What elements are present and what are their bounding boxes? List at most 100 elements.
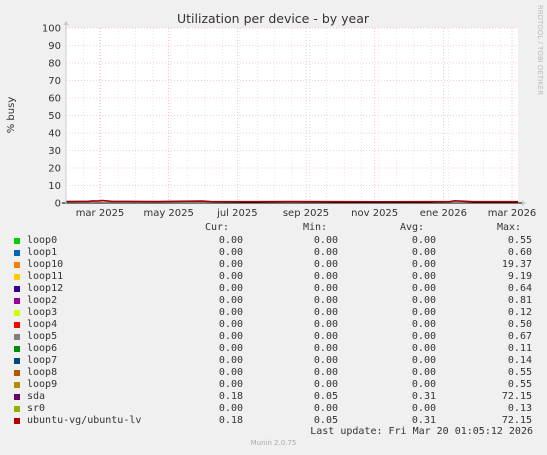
utilization-chart: Utilization per device - by year % busy … (6, 5, 544, 219)
legend-max-value: 72.15 (501, 391, 532, 402)
legend-series-name: loop2 (27, 295, 58, 306)
legend-row: loop12 0.00 0.00 0.00 0.64 (0, 283, 547, 296)
legend-swatch (14, 274, 20, 280)
legend-min-value: 0.00 (313, 403, 338, 414)
x-tick-label: may 2025 (143, 208, 193, 219)
legend-swatch (14, 238, 20, 244)
legend-series-name: loop9 (27, 379, 58, 390)
legend-cur-value: 0.00 (218, 331, 243, 342)
legend-row: loop0 0.00 0.00 0.00 0.55 (0, 235, 547, 248)
legend-cur-value: 0.00 (218, 379, 243, 390)
legend-min-value: 0.00 (313, 235, 338, 246)
legend-cur-value: 0.00 (218, 307, 243, 318)
legend-min-value: 0.05 (313, 415, 338, 426)
legend-min-value: 0.00 (313, 295, 338, 306)
legend-swatch (14, 334, 20, 340)
legend-row: loop8 0.00 0.00 0.00 0.55 (0, 367, 547, 380)
legend-cur-value: 0.00 (218, 343, 243, 354)
header-avg: Avg: (400, 222, 425, 233)
legend-max-value: 19.37 (501, 259, 532, 270)
y-tick-label: 60 (48, 94, 61, 105)
legend-cur-value: 0.00 (218, 271, 243, 282)
legend-series-name: loop5 (27, 331, 58, 342)
legend-min-value: 0.05 (313, 391, 338, 402)
legend-max-value: 0.50 (507, 319, 532, 330)
y-tick-label: 0 (55, 199, 61, 210)
legend-series-name: sda (27, 391, 46, 402)
legend-swatch (14, 250, 20, 256)
legend-series-name: loop7 (27, 355, 58, 366)
legend-cur-value: 0.00 (218, 235, 243, 246)
legend-max-value: 9.19 (507, 271, 532, 282)
legend-avg-value: 0.31 (411, 415, 436, 426)
legend-min-value: 0.00 (313, 319, 338, 330)
legend-swatch (14, 358, 20, 364)
x-tick-label: ene 2026 (420, 208, 467, 219)
legend-series-name: loop8 (27, 367, 58, 378)
legend-max-value: 0.81 (507, 295, 532, 306)
legend-cur-value: 0.00 (218, 403, 243, 414)
legend-max-value: 0.60 (507, 247, 532, 258)
y-axis-arrow-icon (63, 21, 69, 25)
legend-row: loop3 0.00 0.00 0.00 0.12 (0, 307, 547, 320)
legend-max-value: 0.55 (507, 367, 532, 378)
legend-min-value: 0.00 (313, 355, 338, 366)
legend-min-value: 0.00 (313, 271, 338, 282)
y-tick-label: 30 (48, 146, 61, 157)
legend-row: loop4 0.00 0.00 0.00 0.50 (0, 319, 547, 332)
legend-cur-value: 0.00 (218, 295, 243, 306)
rrdtool-watermark: RRDTOOL / TOBI OETIKER (536, 5, 544, 95)
legend-series-name: loop1 (27, 247, 58, 258)
y-tick-label: 70 (48, 76, 61, 87)
header-max: Max: (497, 222, 522, 233)
legend-avg-value: 0.00 (411, 367, 436, 378)
legend-min-value: 0.00 (313, 343, 338, 354)
legend-row: loop2 0.00 0.00 0.00 0.81 (0, 295, 547, 308)
y-tick-label: 20 (48, 164, 61, 175)
legend-row: loop6 0.00 0.00 0.00 0.11 (0, 343, 547, 356)
legend-avg-value: 0.00 (411, 307, 436, 318)
legend-min-value: 0.00 (313, 259, 338, 270)
legend-series-name: sr0 (27, 403, 46, 414)
legend-avg-value: 0.31 (411, 391, 436, 402)
x-tick-label: sep 2025 (283, 208, 329, 219)
legend-row: loop11 0.00 0.00 0.00 9.19 (0, 271, 547, 284)
legend-series-name: loop3 (27, 307, 58, 318)
x-tick-label: mar 2026 (488, 208, 537, 219)
legend-series-name: loop10 (27, 259, 64, 270)
header-cur: Cur: (205, 222, 230, 233)
legend-swatch (14, 346, 20, 352)
legend-swatch (14, 262, 20, 268)
legend-row: sda 0.18 0.05 0.31 72.15 (0, 391, 547, 404)
x-axis-arrow-icon (522, 200, 526, 206)
legend-max-value: 0.14 (507, 355, 532, 366)
series-line (65, 199, 518, 203)
legend-max-value: 0.12 (507, 307, 532, 318)
legend-cur-value: 0.00 (218, 247, 243, 258)
legend-min-value: 0.00 (313, 331, 338, 342)
x-tick-labels: mar 2025 may 2025 jul 2025 sep 2025 nov 2025… (76, 208, 537, 219)
legend-avg-value: 0.00 (411, 283, 436, 294)
legend-min-value: 0.00 (313, 283, 338, 294)
legend-max-value: 0.55 (507, 379, 532, 390)
legend-swatch (14, 298, 20, 304)
y-tick-label: 90 (48, 41, 61, 52)
legend-series-name: loop0 (27, 235, 58, 246)
legend-max-value: 0.67 (507, 331, 532, 342)
legend-series-name: loop6 (27, 343, 58, 354)
legend-avg-value: 0.00 (411, 331, 436, 342)
legend-avg-value: 0.00 (411, 271, 436, 282)
legend-max-value: 72.15 (501, 415, 532, 426)
y-tick-label: 50 (48, 111, 61, 122)
legend-min-value: 0.00 (313, 247, 338, 258)
legend-cur-value: 0.18 (218, 391, 243, 402)
legend-series-name: loop4 (27, 319, 58, 330)
legend-swatch (14, 406, 20, 412)
legend-row: loop9 0.00 0.00 0.00 0.55 (0, 379, 547, 392)
legend-max-value: 0.11 (507, 343, 532, 354)
legend-min-value: 0.00 (313, 307, 338, 318)
legend-avg-value: 0.00 (411, 379, 436, 390)
legend-avg-value: 0.00 (411, 235, 436, 246)
legend-cur-value: 0.00 (218, 367, 243, 378)
legend-cur-value: 0.18 (218, 415, 243, 426)
